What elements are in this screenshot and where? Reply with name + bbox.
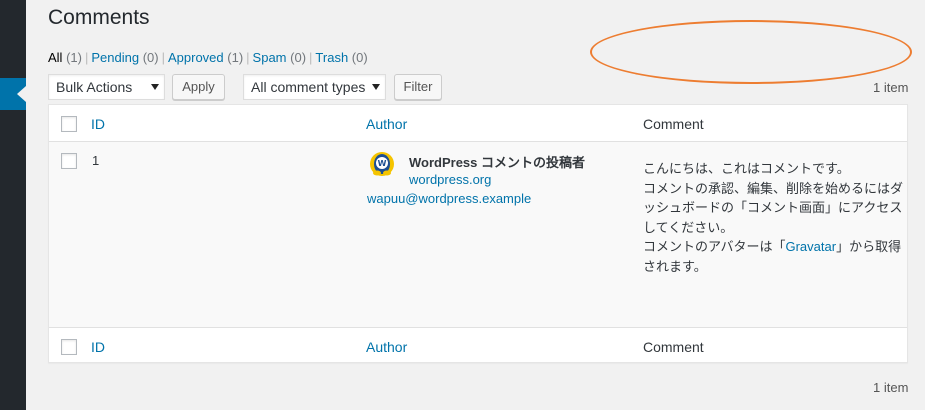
filter-separator: | (161, 50, 165, 65)
column-footer-author[interactable]: Author (366, 339, 407, 355)
apply-button[interactable]: Apply (172, 74, 225, 100)
column-header-id[interactable]: ID (91, 116, 105, 132)
author-avatar: W (370, 152, 394, 176)
filter-spam-label[interactable]: Spam (253, 50, 287, 65)
filter-approved[interactable]: Approved (1) (168, 50, 243, 65)
sidebar-active-arrow-icon (17, 86, 26, 102)
chevron-down-icon (372, 84, 380, 90)
comment-text-fragment: コメントのアバターは「 (643, 239, 786, 254)
author-email-link[interactable]: wapuu@wordpress.example (367, 191, 531, 206)
annotation-ellipse (590, 20, 912, 84)
filter-all-label[interactable]: All (48, 50, 62, 65)
bulk-actions-value: Bulk Actions (56, 79, 133, 95)
author-name: WordPress コメントの投稿者 (409, 155, 586, 170)
filter-trash-count: (0) (351, 50, 368, 65)
column-footer-id[interactable]: ID (91, 339, 105, 355)
svg-text:W: W (378, 159, 387, 168)
filter-separator: | (84, 50, 89, 65)
items-count-bottom: 1 item (873, 380, 909, 395)
table-header: ID Author Comment (49, 105, 907, 142)
comment-paragraph: こんにちは、これはコメントです。 (643, 161, 850, 176)
filter-trash[interactable]: Trash (0) (315, 50, 367, 65)
comment-text: こんにちは、これはコメントです。 コメントの承認、編集、削除を始めるにはダッシュ… (643, 159, 903, 276)
filter-approved-count: (1) (227, 50, 244, 65)
column-footer-comment: Comment (643, 339, 704, 355)
filter-separator: | (246, 50, 250, 65)
filter-pending-count: (0) (142, 50, 159, 65)
comments-table: ID Author Comment 1 W WordPress コメントの投稿者… (48, 104, 908, 363)
gravatar-link[interactable]: Gravatar (785, 239, 836, 254)
comment-type-select[interactable]: All comment types (243, 74, 386, 100)
filter-separator: | (309, 50, 313, 65)
page-title: Comments (48, 6, 150, 29)
items-count-top: 1 item (873, 80, 909, 95)
filter-spam-count: (0) (290, 50, 307, 65)
filter-all-count: (1) (66, 50, 82, 65)
filter-approved-label[interactable]: Approved (168, 50, 224, 65)
select-all-checkbox-bottom[interactable] (61, 339, 77, 355)
comment-id: 1 (92, 153, 100, 168)
filter-spam[interactable]: Spam (0) (253, 50, 306, 65)
status-filter-links: All (1) | Pending (0) | Approved (1) | Spam (0… (48, 50, 368, 65)
filter-pending-label[interactable]: Pending (91, 50, 139, 65)
row-checkbox[interactable] (61, 153, 77, 169)
author-url-link[interactable]: wordpress.org (409, 172, 491, 187)
column-header-comment: Comment (643, 116, 704, 132)
table-row: 1 W WordPress コメントの投稿者 wordpress.org wap… (49, 142, 907, 327)
filter-trash-label[interactable]: Trash (315, 50, 348, 65)
admin-sidebar (0, 0, 26, 410)
filter-pending[interactable]: Pending (0) (91, 50, 158, 65)
bulk-actions-select[interactable]: Bulk Actions (48, 74, 165, 100)
column-header-author[interactable]: Author (366, 116, 407, 132)
comment-paragraph: コメントのアバターは「Gravatar」から取得されます。 (643, 237, 903, 276)
table-footer: ID Author Comment (49, 327, 907, 364)
comment-paragraph: コメントの承認、編集、削除を始めるにはダッシュボードの「コメント画面」にアクセス… (643, 180, 904, 235)
chevron-down-icon (151, 84, 159, 90)
comment-type-value: All comment types (251, 79, 366, 95)
filter-all[interactable]: All (1) (48, 50, 82, 65)
select-all-checkbox[interactable] (61, 116, 77, 132)
filter-button[interactable]: Filter (394, 74, 442, 100)
